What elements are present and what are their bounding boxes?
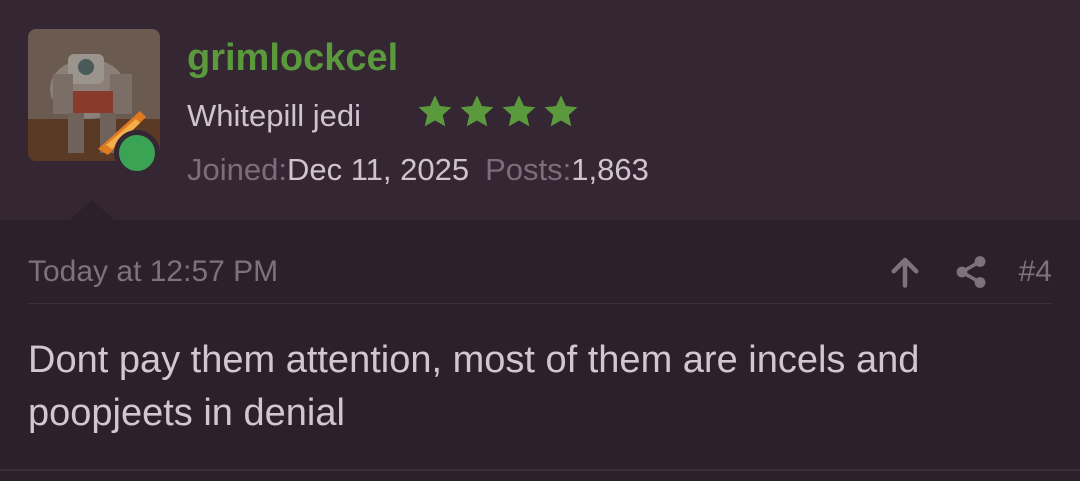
user-rating-stars	[416, 92, 580, 134]
star-icon	[460, 95, 494, 127]
user-stats: Joined:Dec 11, 2025 Posts:1,863	[187, 152, 649, 188]
arrow-up-icon[interactable]	[887, 254, 923, 290]
joined-date: Dec 11, 2025	[286, 152, 470, 187]
post-header-divider	[28, 303, 1052, 304]
star-icon	[502, 95, 536, 127]
star-icon	[544, 95, 578, 127]
post-body-text: Dont pay them attention, most of them ar…	[28, 339, 920, 434]
share-icon[interactable]	[953, 254, 989, 290]
user-title: Whitepill jedi	[187, 98, 362, 133]
star-icon	[418, 95, 452, 127]
post-bottom-border	[0, 469, 1080, 471]
forum-post: grimlockcel Whitepill jedi Joined:Dec 11…	[0, 0, 1080, 481]
joined-label: Joined:	[187, 152, 287, 187]
user-info-header: grimlockcel Whitepill jedi Joined:Dec 11…	[0, 0, 1080, 221]
message-pointer	[68, 200, 116, 221]
post-timestamp[interactable]: Today at 12:57 PM	[28, 254, 278, 290]
avatar-container	[28, 29, 160, 176]
online-dot-icon	[114, 130, 160, 176]
posts-count: 1,863	[571, 152, 649, 187]
posts-label: Posts:	[485, 152, 572, 187]
post-actions: #4	[887, 250, 1052, 294]
post-number-link[interactable]: #4	[1019, 254, 1052, 290]
username-link[interactable]: grimlockcel	[187, 36, 398, 80]
